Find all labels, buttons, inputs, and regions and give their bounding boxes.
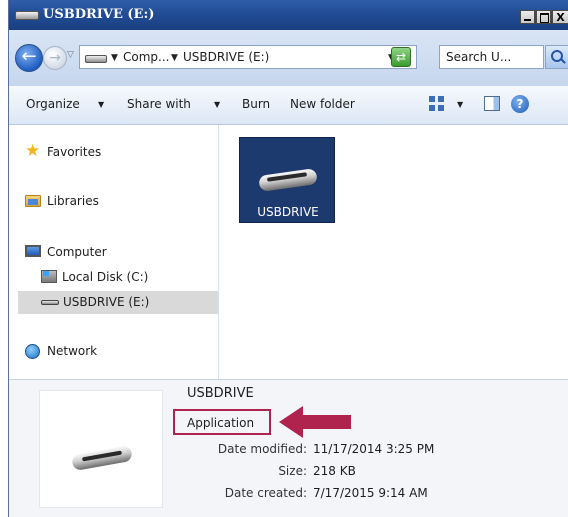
- organize-button[interactable]: Organize: [26, 97, 80, 111]
- local-disk-icon: [41, 270, 57, 283]
- file-thumbnail: [39, 390, 163, 508]
- network-icon: [25, 344, 40, 359]
- usb-drive-icon: [71, 444, 133, 472]
- search-input[interactable]: Search U...: [439, 45, 544, 69]
- help-icon[interactable]: ?: [511, 95, 529, 113]
- new-folder-button[interactable]: New folder: [290, 97, 355, 111]
- details-file-name: USBDRIVE: [187, 386, 254, 401]
- close-button[interactable]: X: [552, 10, 568, 24]
- date-created-value: 7/17/2015 9:14 AM: [313, 486, 428, 500]
- libraries-icon: [25, 195, 41, 207]
- recent-pages-icon[interactable]: ▽: [67, 50, 74, 60]
- details-file-type: Application: [187, 416, 255, 430]
- back-button[interactable]: ←: [15, 44, 43, 72]
- maximize-button[interactable]: [536, 10, 551, 24]
- nav-item-libraries[interactable]: Libraries: [25, 194, 175, 212]
- date-modified-value: 11/17/2014 3:25 PM: [313, 442, 435, 456]
- nav-item-computer[interactable]: Computer: [25, 245, 175, 263]
- preview-pane-icon[interactable]: [484, 96, 500, 111]
- file-name-label: USBDRIVE: [257, 205, 319, 219]
- breadcrumb-computer[interactable]: Comp...: [123, 50, 169, 64]
- share-with-button[interactable]: Share with: [127, 97, 191, 111]
- navigation-bar: ← → ▽ ▼ Comp... ▼ USBDRIVE (E:) ▼ ⇄ Sear…: [9, 30, 568, 86]
- organize-dropdown-icon[interactable]: ▼: [98, 100, 104, 109]
- window-title: USBDRIVE (E:): [43, 7, 155, 22]
- nav-item-local-disk[interactable]: Local Disk (C:): [41, 270, 191, 288]
- nav-item-network[interactable]: Network: [25, 344, 175, 362]
- minimize-button[interactable]: [520, 10, 535, 24]
- usb-drive-icon: [85, 55, 107, 63]
- nav-item-usbdrive[interactable]: USBDRIVE (E:): [18, 291, 218, 314]
- details-pane: USBDRIVE Application Date modified: 11/1…: [9, 379, 568, 517]
- size-label: Size:: [278, 464, 307, 478]
- date-created-label: Date created:: [224, 486, 307, 500]
- command-bar: Organize ▼ Share with ▼ Burn New folder …: [9, 86, 568, 125]
- change-view-icon[interactable]: [429, 96, 445, 112]
- star-icon: ★: [25, 141, 41, 161]
- date-modified-label: Date modified:: [217, 442, 307, 456]
- title-bar[interactable]: USBDRIVE (E:) X: [9, 0, 568, 30]
- breadcrumb-usbdrive[interactable]: USBDRIVE (E:): [183, 50, 269, 64]
- explorer-window: USBDRIVE (E:) X ← → ▽ ▼ Comp... ▼ USBDRI…: [8, 0, 568, 517]
- breadcrumb-arrow-icon[interactable]: ▼: [111, 53, 118, 63]
- breadcrumb-arrow-icon[interactable]: ▼: [171, 53, 178, 63]
- search-icon[interactable]: [545, 45, 568, 69]
- size-value: 218 KB: [313, 464, 356, 478]
- burn-button[interactable]: Burn: [242, 97, 270, 111]
- usb-drive-icon: [258, 166, 318, 192]
- usb-drive-icon: [15, 11, 39, 20]
- computer-icon: [25, 245, 41, 257]
- file-item-usbdrive[interactable]: USBDRIVE: [239, 137, 335, 223]
- forward-button[interactable]: →: [43, 46, 67, 70]
- refresh-button[interactable]: ⇄: [391, 47, 411, 67]
- file-list: USBDRIVE: [219, 125, 568, 379]
- address-bar[interactable]: ▼ Comp... ▼ USBDRIVE (E:) ▼: [79, 45, 417, 69]
- nav-item-favorites[interactable]: ★ Favorites: [25, 141, 175, 163]
- view-dropdown-icon[interactable]: ▼: [457, 100, 463, 109]
- usb-drive-icon: [41, 300, 59, 305]
- arrow-annotation-icon: [279, 406, 351, 438]
- share-with-dropdown-icon[interactable]: ▼: [214, 100, 220, 109]
- navigation-pane: ★ Favorites Libraries Computer Local Dis…: [9, 125, 219, 379]
